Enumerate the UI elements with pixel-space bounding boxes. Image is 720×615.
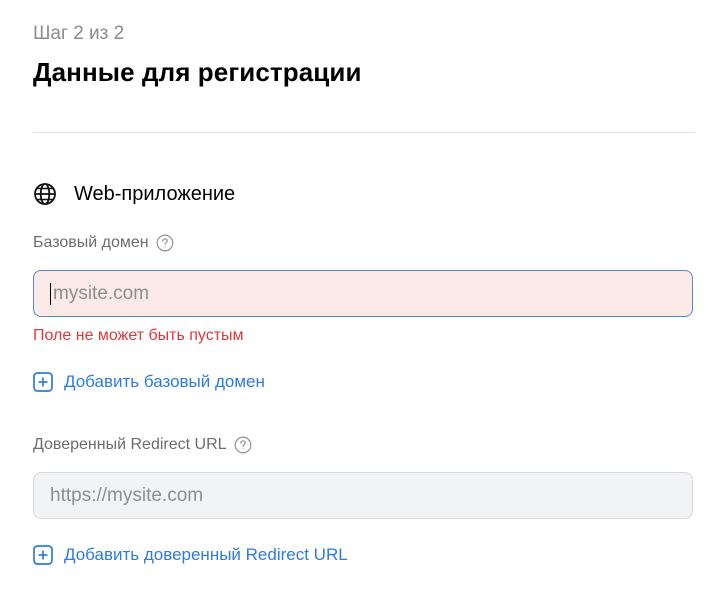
text-caret <box>50 282 51 305</box>
redirect-url-input[interactable]: https://mysite.com <box>33 472 693 519</box>
plus-square-icon <box>33 372 53 392</box>
base-domain-label: Базовый домен <box>33 233 174 253</box>
add-base-domain-label: Добавить базовый домен <box>64 372 265 391</box>
base-domain-input[interactable]: mysite.com <box>33 270 693 317</box>
section-title: Web-приложение <box>74 182 236 205</box>
registration-form-page: Шаг 2 из 2 Данные для регистрации Web-пр… <box>0 0 720 615</box>
base-domain-label-text: Базовый домен <box>33 234 149 251</box>
globe-icon <box>33 182 57 206</box>
add-redirect-url-label: Добавить доверенный Redirect URL <box>64 545 348 564</box>
redirect-url-label-text: Доверенный Redirect URL <box>33 436 227 453</box>
help-circle-icon[interactable] <box>156 234 174 252</box>
redirect-url-placeholder: https://mysite.com <box>50 484 204 506</box>
redirect-url-label: Доверенный Redirect URL <box>33 435 252 455</box>
step-indicator: Шаг 2 из 2 <box>33 23 125 44</box>
base-domain-placeholder: mysite.com <box>53 282 150 304</box>
page-title: Данные для регистрации <box>33 57 362 87</box>
help-circle-icon[interactable] <box>234 436 252 454</box>
section-header-web-app: Web-приложение <box>33 178 235 210</box>
add-redirect-url-button[interactable]: Добавить доверенный Redirect URL <box>33 545 348 565</box>
divider <box>33 132 695 133</box>
add-base-domain-button[interactable]: Добавить базовый домен <box>33 372 265 392</box>
base-domain-error: Поле не может быть пустым <box>33 327 244 344</box>
plus-square-icon <box>33 545 53 565</box>
